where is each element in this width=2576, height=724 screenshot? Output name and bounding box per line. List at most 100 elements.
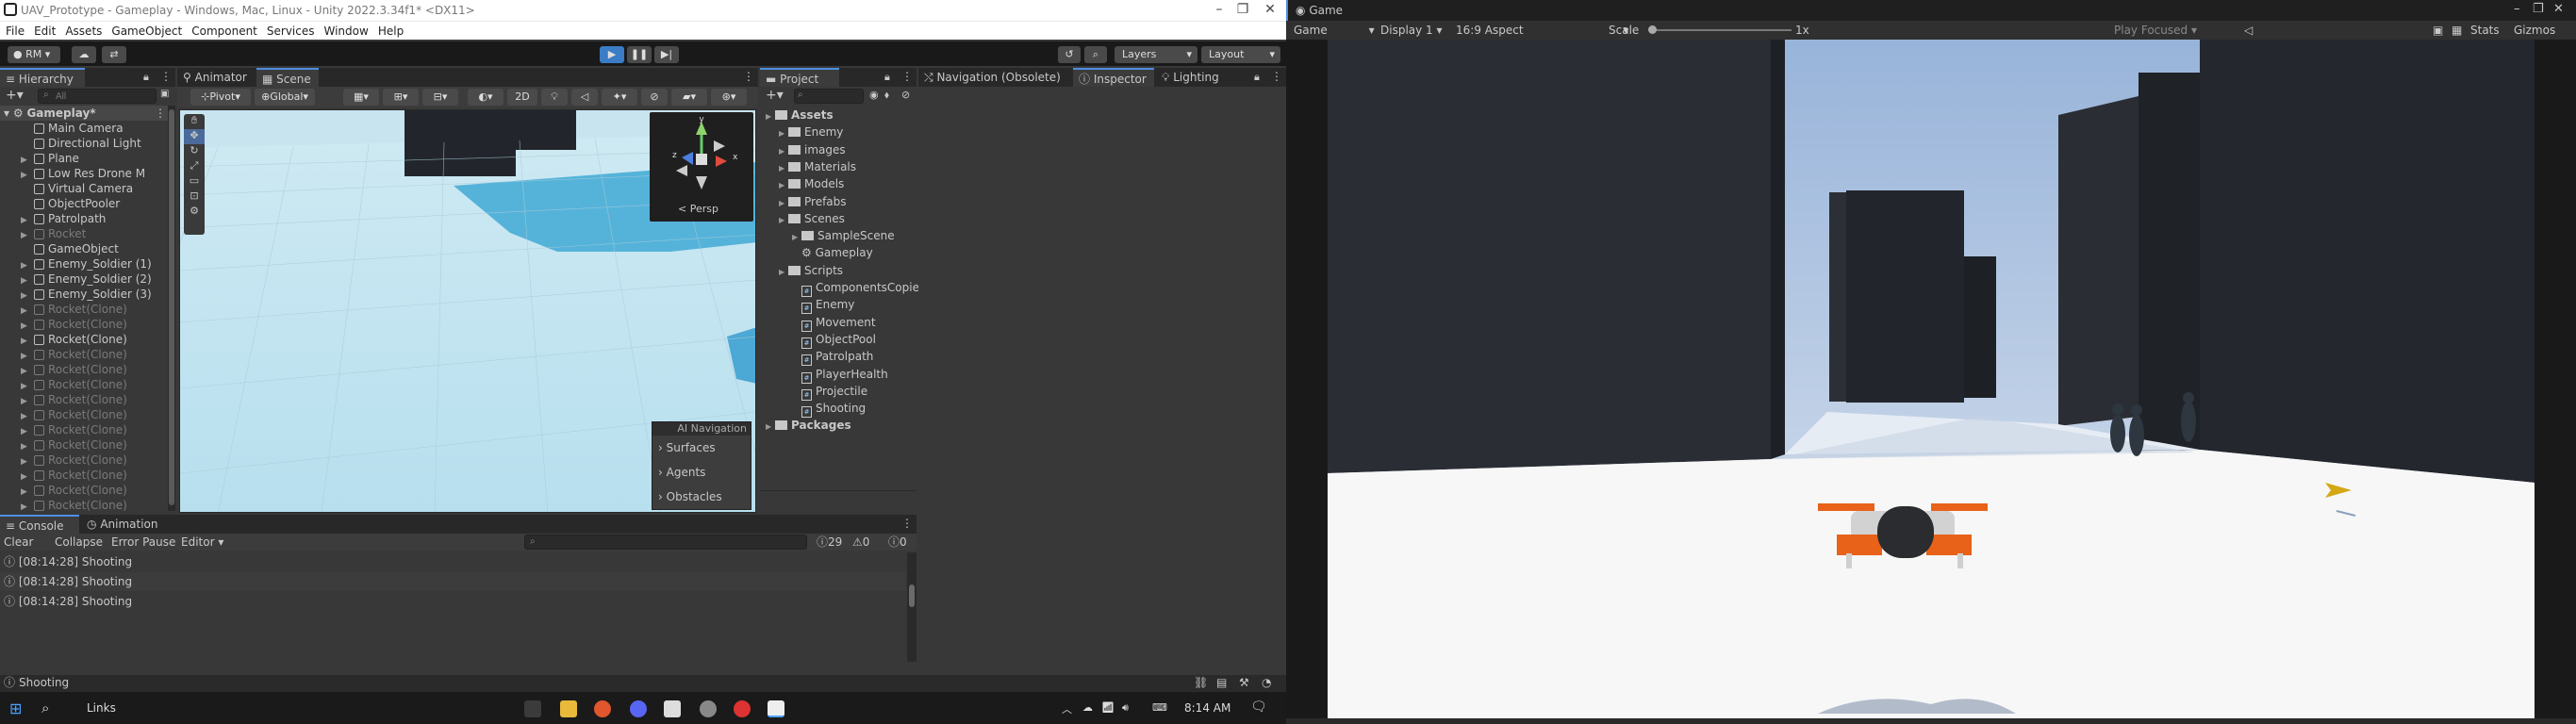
- label-icon[interactable]: ⬧: [884, 89, 889, 102]
- kebab-menu-icon[interactable]: ⋮: [901, 517, 913, 530]
- console-log-entry[interactable]: ⓘ [08:14:28] Shooting: [0, 592, 905, 611]
- scale-slider-handle[interactable]: [1648, 25, 1657, 34]
- project-item[interactable]: ▶ Scripts: [779, 263, 843, 278]
- account-button[interactable]: ● RM ▾: [8, 46, 60, 63]
- project-item[interactable]: ▶ Prefabs: [779, 194, 847, 209]
- project-item[interactable]: # Enemy: [792, 297, 854, 315]
- hierarchy-item[interactable]: ▶ Enemy_Soldier (3): [0, 287, 170, 302]
- kebab-menu-icon[interactable]: ⋮: [743, 70, 754, 83]
- project-item[interactable]: ▶ Scenes: [779, 211, 845, 226]
- hierarchy-scrollbar[interactable]: [168, 106, 175, 511]
- lock-icon[interactable]: 🔒︎: [143, 71, 149, 84]
- tab-hierarchy[interactable]: ≡ Hierarchy: [0, 68, 85, 87]
- error-count-toggle[interactable]: ⓘ0: [888, 534, 907, 551]
- keyboard-icon[interactable]: ⌨: [1152, 701, 1167, 714]
- scene-row[interactable]: ▾ ⚙︎ Gameplay* ⋮: [0, 106, 170, 121]
- align-button[interactable]: ⊟▾: [422, 89, 458, 106]
- package-icon[interactable]: ▤: [1216, 675, 1227, 691]
- editor-dropdown[interactable]: Editor ▾: [181, 534, 223, 551]
- add-icon[interactable]: +▾: [766, 88, 784, 103]
- effects-dropdown[interactable]: ✦▾: [602, 89, 637, 106]
- log-count-toggle[interactable]: ⓘ29: [817, 534, 842, 551]
- progress-icon[interactable]: ◔: [1262, 675, 1271, 691]
- lock-icon[interactable]: 🔒︎: [884, 71, 890, 84]
- warning-count-toggle[interactable]: ⚠0: [852, 534, 869, 551]
- search-icon[interactable]: ⌕: [1084, 46, 1107, 63]
- unity-hub-icon[interactable]: [664, 700, 681, 717]
- chevron-right-icon[interactable]: ▶: [779, 126, 788, 141]
- hierarchy-item[interactable]: ▶ Patrolpath: [0, 211, 170, 226]
- project-item[interactable]: ▶ Materials: [779, 159, 856, 174]
- play-button[interactable]: ▶: [600, 46, 624, 63]
- vsync-icon[interactable]: ▣: [2433, 21, 2443, 40]
- pivot-dropdown[interactable]: ⊹Pivot▾: [190, 89, 251, 106]
- tab-inspector[interactable]: ⓘ Inspector: [1073, 68, 1154, 87]
- chevron-up-icon[interactable]: ︿: [1062, 701, 1072, 716]
- hierarchy-item[interactable]: ▶ Rocket(Clone): [0, 332, 170, 347]
- filter-type-icon[interactable]: ◉: [869, 89, 879, 101]
- chevron-right-icon[interactable]: ▶: [779, 178, 788, 193]
- hierarchy-item[interactable]: GameObject: [0, 241, 170, 256]
- gizmos-dropdown[interactable]: ⊛▾: [711, 89, 747, 106]
- kebab-menu-icon[interactable]: ⋮: [1271, 70, 1282, 83]
- menu-gameobject[interactable]: GameObject: [106, 22, 186, 38]
- minimize-icon[interactable]: –: [2514, 2, 2520, 16]
- hierarchy-item[interactable]: ▶ Enemy_Soldier (2): [0, 272, 170, 287]
- move-tool-icon[interactable]: ✥: [184, 129, 205, 144]
- orientation-gizmo[interactable]: y x z < Persp: [650, 112, 753, 222]
- ai-nav-agents[interactable]: › Agents: [652, 460, 751, 485]
- mute-audio-icon[interactable]: ◁: [2244, 21, 2253, 40]
- history-icon[interactable]: ↺: [1058, 46, 1081, 63]
- scene-viewport[interactable]: ✋︎ ✥ ↻ ⤢ ▭ ⊡ ⚙︎ y x z < Persp AI Navigat…: [179, 109, 756, 513]
- display-dropdown[interactable]: Display 1 ▾: [1380, 21, 1443, 40]
- scale-tool-icon[interactable]: ⤢: [184, 159, 205, 174]
- hidden-packages-icon[interactable]: ⊘: [901, 89, 910, 101]
- grid-snap-button[interactable]: ▦▾: [343, 89, 379, 106]
- scale-slider-track[interactable]: [1650, 29, 1792, 31]
- project-item[interactable]: # Shooting: [792, 401, 866, 419]
- layers-dropdown[interactable]: Layers ▾: [1115, 46, 1197, 63]
- tab-animator[interactable]: ⚲ Animator: [177, 68, 256, 87]
- stats-button[interactable]: Stats: [2470, 21, 2500, 40]
- hierarchy-item[interactable]: ▶ Rocket(Clone): [0, 483, 170, 498]
- rect-tool-icon[interactable]: ▭: [184, 174, 205, 189]
- close-icon[interactable]: ✕: [1258, 2, 1282, 19]
- file-explorer-icon[interactable]: [560, 700, 577, 717]
- chevron-right-icon[interactable]: ▶: [792, 230, 801, 245]
- menu-component[interactable]: Component: [186, 22, 261, 38]
- add-icon[interactable]: +▾: [6, 88, 24, 103]
- project-item[interactable]: # ObjectPool: [792, 332, 876, 349]
- windows-start-icon[interactable]: ⊞: [9, 699, 22, 717]
- search-icon[interactable]: ⌕: [41, 699, 49, 716]
- recorder-icon[interactable]: [734, 700, 751, 717]
- clock[interactable]: 8:14 AM: [1184, 701, 1230, 715]
- project-search-input[interactable]: [794, 89, 864, 104]
- persp-toggle[interactable]: < Persp: [678, 203, 718, 215]
- chevron-right-icon[interactable]: ▶: [779, 265, 788, 280]
- chevron-right-icon[interactable]: ▶: [779, 161, 788, 176]
- gizmos-button[interactable]: Gizmos: [2514, 21, 2555, 40]
- hierarchy-item[interactable]: ▶ Rocket(Clone): [0, 422, 170, 437]
- game-mode-dropdown[interactable]: Game ▾: [1294, 21, 1375, 40]
- pause-button[interactable]: ❚❚: [627, 46, 652, 63]
- maximize-icon[interactable]: ❐: [1230, 2, 1255, 19]
- scene-visibility-icon[interactable]: ▣: [160, 89, 169, 99]
- chevron-right-icon[interactable]: ▶: [779, 196, 788, 211]
- network-icon[interactable]: 📶︎: [1101, 701, 1115, 714]
- cache-server-icon[interactable]: ⛓: [1194, 675, 1208, 691]
- axis-gizmo-icon[interactable]: y x z: [650, 112, 753, 205]
- camera-dropdown[interactable]: ▰▾: [671, 89, 707, 106]
- hierarchy-item[interactable]: Main Camera: [0, 121, 170, 136]
- hierarchy-item[interactable]: ▶ Rocket(Clone): [0, 347, 170, 362]
- tab-animation[interactable]: ◷ Animation: [81, 515, 168, 534]
- onedrive-icon[interactable]: ☁: [1082, 701, 1093, 714]
- cloud-icon[interactable]: ☁: [72, 46, 96, 63]
- project-item[interactable]: ▶ Packages: [766, 418, 851, 433]
- project-item[interactable]: ▶ images: [779, 142, 846, 157]
- status-message[interactable]: Shooting: [19, 675, 69, 691]
- draw-mode-button[interactable]: ◐▾: [468, 89, 504, 106]
- chevron-right-icon[interactable]: ▶: [779, 144, 788, 159]
- console-log-entry[interactable]: ⓘ [08:14:28] Shooting: [0, 572, 905, 591]
- hierarchy-item[interactable]: ▶ Rocket: [0, 226, 170, 241]
- toggle-2d-button[interactable]: 2D: [507, 89, 537, 106]
